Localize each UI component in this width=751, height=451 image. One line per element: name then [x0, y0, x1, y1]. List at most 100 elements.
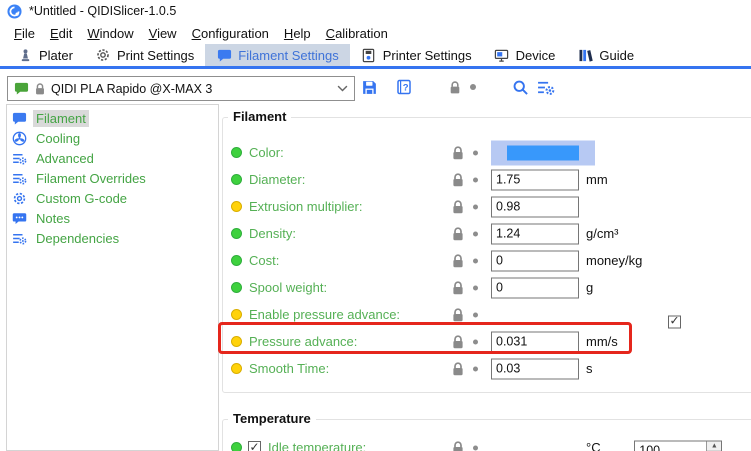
sidebar-item-notes[interactable]: Notes: [7, 208, 218, 228]
notes-icon: [11, 210, 27, 226]
filament-icon: [11, 110, 27, 126]
sidebar-item-label: Custom G-code: [33, 190, 130, 207]
lock-icon[interactable]: [451, 253, 465, 269]
menu-help[interactable]: Help: [278, 24, 317, 43]
enable-pressure-advance-checkbox[interactable]: [668, 315, 681, 328]
setting-row-extrusion-multiplier: Extrusion multiplier:: [223, 193, 751, 220]
setting-label: Idle temperature:: [268, 440, 366, 451]
section-temperature: Temperature Idle temperature: ▲ ▼ °C: [222, 419, 751, 451]
sidebar-item-advanced[interactable]: Advanced: [7, 148, 218, 168]
lock-icon[interactable]: [451, 172, 465, 188]
pressure-advance-input[interactable]: [491, 331, 579, 352]
sidebar-item-custom-gcode[interactable]: Custom G-code: [7, 188, 218, 208]
setting-row-cost: Cost: money/kg: [223, 247, 751, 274]
tab-filament-settings[interactable]: Filament Settings: [205, 44, 349, 66]
gear-icon: [11, 190, 27, 206]
modified-dot[interactable]: [473, 258, 478, 263]
lock-icon[interactable]: [451, 226, 465, 242]
tab-print-settings[interactable]: Print Settings: [84, 44, 205, 66]
lock-icon: [34, 82, 46, 96]
menu-file[interactable]: File: [8, 24, 41, 43]
tab-guide[interactable]: Guide: [566, 44, 645, 66]
menu-edit[interactable]: Edit: [44, 24, 78, 43]
green-dot-icon: [231, 174, 242, 185]
filament-icon: [216, 47, 232, 63]
density-input[interactable]: [491, 223, 579, 244]
modified-dot[interactable]: [473, 177, 478, 182]
menu-configuration[interactable]: Configuration: [186, 24, 275, 43]
modified-dot[interactable]: [473, 231, 478, 236]
tab-label: Print Settings: [117, 48, 194, 63]
menu-window[interactable]: Window: [81, 24, 139, 43]
title-bar: *Untitled - QIDISlicer-1.0.5: [0, 0, 751, 22]
lock-icon[interactable]: [451, 361, 465, 377]
spin-up-button[interactable]: ▲: [707, 441, 721, 451]
modified-dot[interactable]: [473, 366, 478, 371]
lock-icon[interactable]: [451, 199, 465, 215]
sidebar-item-filament[interactable]: Filament: [7, 108, 218, 128]
unit-label: s: [586, 361, 593, 376]
help-book-button[interactable]: ?: [394, 77, 414, 97]
settings-list-button[interactable]: [536, 77, 556, 97]
settings-list-icon: [537, 79, 555, 96]
color-swatch-button[interactable]: [491, 140, 595, 165]
lock-icon[interactable]: [451, 334, 465, 350]
lock-icon[interactable]: [451, 280, 465, 296]
unit-label: °C: [586, 440, 601, 451]
save-icon: [361, 79, 378, 96]
yellow-dot-icon: [231, 336, 242, 347]
diameter-input[interactable]: [491, 169, 579, 190]
modified-dot[interactable]: [473, 285, 478, 290]
sidebar-item-filament-overrides[interactable]: Filament Overrides: [7, 168, 218, 188]
tab-label: Device: [516, 48, 556, 63]
cost-input[interactable]: [491, 250, 579, 271]
lock-icon[interactable]: [451, 440, 465, 451]
lock-toggle-button[interactable]: [447, 77, 463, 97]
sidebar-item-dependencies[interactable]: Dependencies: [7, 228, 218, 248]
green-dot-icon: [231, 228, 242, 239]
spin-buttons: ▲ ▼: [706, 441, 721, 451]
modified-dot[interactable]: [473, 312, 478, 317]
modified-dot[interactable]: [473, 204, 478, 209]
tab-device[interactable]: Device: [483, 44, 567, 66]
setting-row-density: Density: g/cm³: [223, 220, 751, 247]
setting-label: Smooth Time:: [249, 361, 329, 376]
menu-view[interactable]: View: [143, 24, 183, 43]
preset-dropdown[interactable]: QIDI PLA Rapido @X-MAX 3: [7, 76, 355, 101]
modified-dot-button[interactable]: [467, 77, 479, 97]
modified-dot[interactable]: [473, 445, 478, 450]
tab-bar: Plater Print Settings Filament Settings: [0, 44, 751, 66]
lock-icon[interactable]: [451, 145, 465, 161]
extrusion-multiplier-input[interactable]: [491, 196, 579, 217]
setting-row-idle-temperature: Idle temperature: ▲ ▼ °C: [223, 434, 751, 451]
tab-plater[interactable]: Plater: [6, 44, 84, 66]
chevron-down-icon: [337, 85, 348, 92]
menu-calibration[interactable]: Calibration: [320, 24, 394, 43]
modified-dot[interactable]: [473, 150, 478, 155]
preset-toolbar: QIDI PLA Rapido @X-MAX 3 ?: [0, 70, 751, 104]
setting-row-smooth-time: Smooth Time: s: [223, 355, 751, 382]
idle-temperature-checkbox[interactable]: [248, 441, 261, 451]
gear-icon: [95, 47, 111, 63]
settings-category-sidebar: Filament Cooling: [6, 104, 219, 451]
tab-label: Guide: [599, 48, 634, 63]
smooth-time-input[interactable]: [491, 358, 579, 379]
sidebar-item-label: Dependencies: [33, 230, 122, 247]
setting-label: Enable pressure advance:: [249, 307, 400, 322]
app-window: *Untitled - QIDISlicer-1.0.5 File Edit W…: [0, 0, 751, 451]
setting-label: Extrusion multiplier:: [249, 199, 362, 214]
save-preset-button[interactable]: [359, 77, 379, 97]
tab-printer-settings[interactable]: Printer Settings: [350, 44, 483, 66]
spool-weight-input[interactable]: [491, 277, 579, 298]
unit-label: mm: [586, 172, 608, 187]
menu-bar: File Edit Window View Configuration Help…: [0, 22, 751, 44]
modified-dot[interactable]: [473, 339, 478, 344]
lock-icon[interactable]: [451, 307, 465, 323]
yellow-dot-icon: [231, 201, 242, 212]
guide-books-icon: [577, 47, 593, 63]
sidebar-item-cooling[interactable]: Cooling: [7, 128, 218, 148]
help-book-icon: ?: [396, 79, 412, 95]
search-button[interactable]: [510, 77, 530, 97]
color-swatch: [507, 145, 579, 160]
setting-row-diameter: Diameter: mm: [223, 166, 751, 193]
